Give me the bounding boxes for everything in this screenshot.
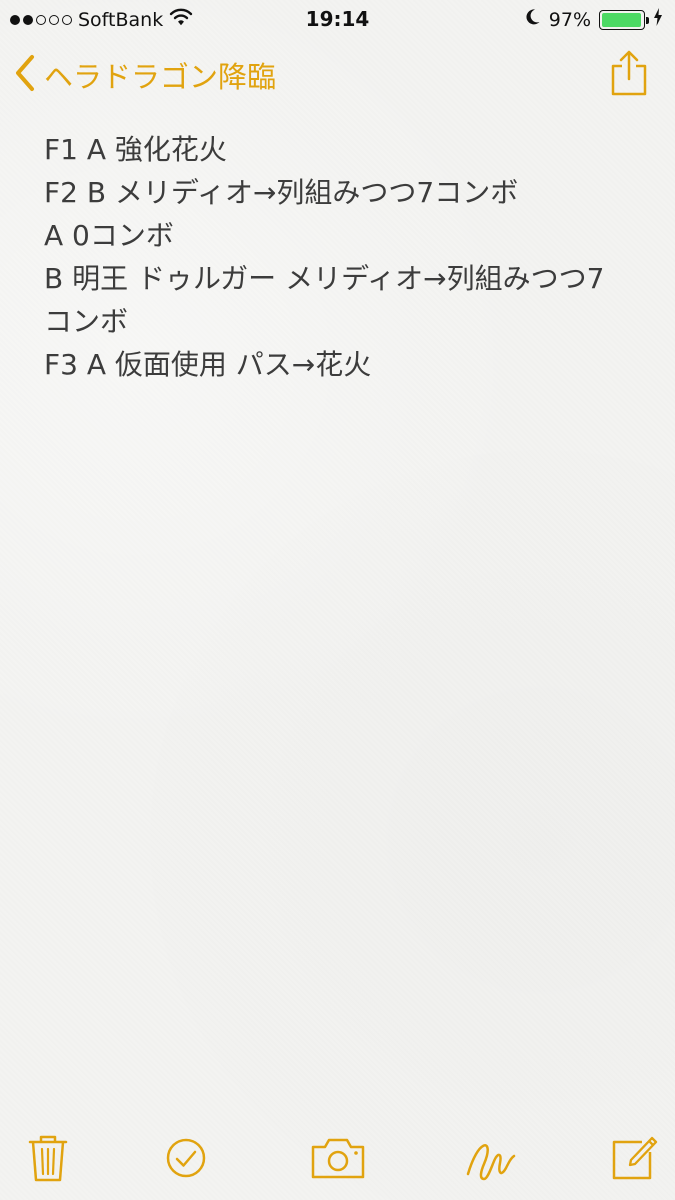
share-button[interactable] [608,50,650,98]
back-button-label: ヘラドラゴン降臨 [44,60,277,94]
camera-icon [308,1130,368,1186]
note-line: F1 A 強化花火 [44,133,227,166]
note-line: F2 B メリディオ→列組みつつ7コンボ [44,176,519,209]
delete-button[interactable] [20,1130,76,1186]
note-line: A 0コンボ [44,219,174,252]
battery-fill [602,12,641,27]
back-chevron-icon [14,54,36,96]
bottom-toolbar [0,1130,675,1190]
share-icon [608,50,650,102]
trash-icon [20,1130,76,1186]
battery-icon [599,9,649,30]
status-right: 97% [525,8,663,31]
battery-percent: 97% [548,8,591,31]
note-text-area[interactable]: F1 A 強化花火 F2 B メリディオ→列組みつつ7コンボ A 0コンボ B … [44,128,644,386]
compose-icon [606,1130,662,1186]
note-line: コンボ [44,305,129,338]
checkmark-icon [158,1130,214,1186]
camera-button[interactable] [308,1130,368,1186]
status-bar: SoftBank 19:14 97% [0,0,675,40]
charging-bolt-icon [653,8,663,31]
checklist-button[interactable] [158,1130,214,1186]
note-line: B 明王 ドゥルガー メリディオ→列組みつつ7 [44,262,605,295]
sketch-button[interactable] [460,1130,522,1186]
back-button[interactable]: ヘラドラゴン降臨 [14,54,276,96]
navigation-bar: ヘラドラゴン降臨 [0,50,675,104]
sketch-icon [460,1130,522,1186]
compose-button[interactable] [606,1130,662,1186]
note-line: F3 A 仮面使用 パス→花火 [44,348,372,381]
moon-icon [525,8,541,31]
